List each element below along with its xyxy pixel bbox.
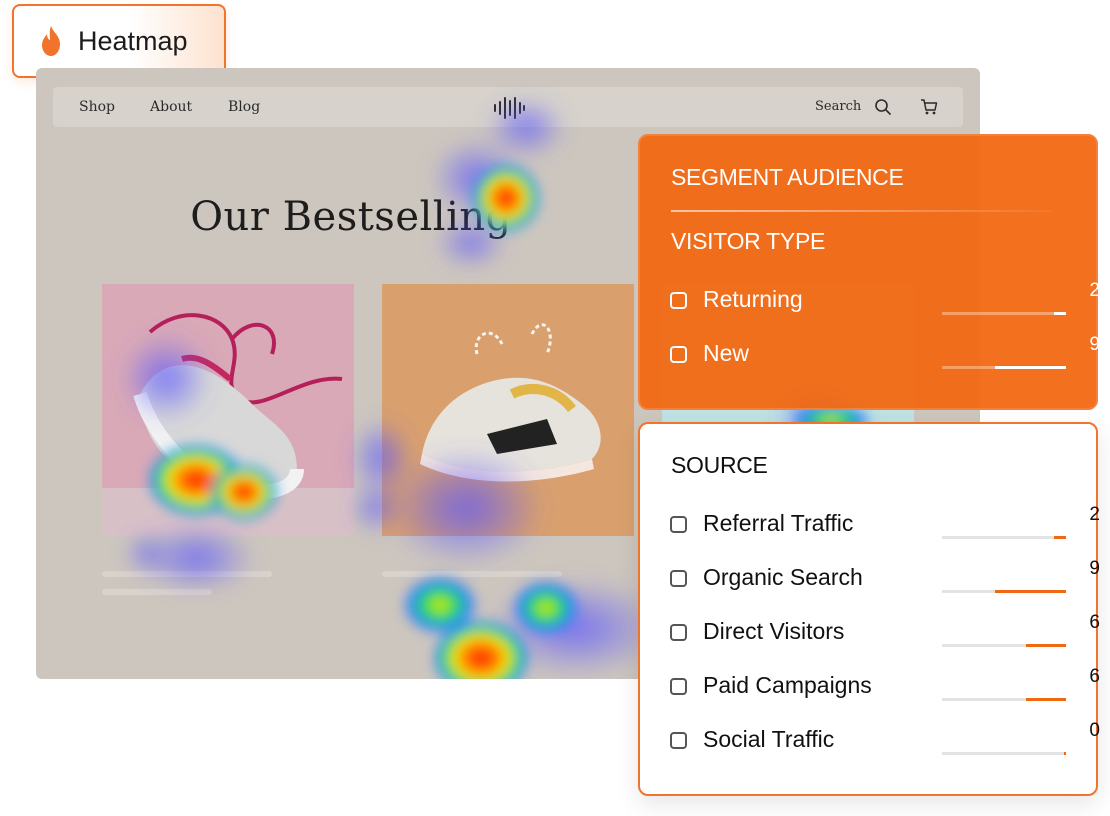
source-panel: SOURCE Referral Traffic 2 Organic Search… (638, 422, 1100, 796)
cart-icon[interactable] (920, 98, 938, 116)
soundwave-logo-icon (494, 97, 525, 119)
row-label: Returning (703, 286, 803, 312)
nav-link-shop[interactable]: Shop (79, 99, 115, 115)
share-bar-fill (1063, 752, 1066, 755)
flame-icon (42, 26, 60, 56)
page-title: Our Bestselling (190, 194, 512, 240)
row-count: 6 (1089, 612, 1100, 633)
share-bar (942, 590, 1066, 593)
share-bar-fill (995, 590, 1066, 593)
row-count: 6 (1089, 666, 1100, 687)
row-label: New (703, 340, 750, 366)
visitor-type-returning[interactable]: Returning 2 (670, 280, 1100, 316)
checkbox[interactable] (670, 292, 687, 309)
share-bar-fill (1053, 312, 1066, 315)
checkbox[interactable] (670, 624, 687, 641)
source-referral-traffic[interactable]: Referral Traffic 2 (670, 504, 1100, 540)
nav-link-blog[interactable]: Blog (228, 99, 260, 115)
checkbox[interactable] (670, 346, 687, 363)
row-label: Direct Visitors (703, 618, 845, 644)
row-count: 9 (1089, 558, 1100, 579)
product-card[interactable] (382, 284, 634, 536)
share-bar-fill (1026, 644, 1066, 647)
source-social-traffic[interactable]: Social Traffic 0 (670, 720, 1100, 756)
segment-audience-panel: SEGMENT AUDIENCE VISITOR TYPE Returning … (638, 134, 1100, 410)
row-count: 9 (1089, 334, 1100, 355)
visitor-type-new[interactable]: New 9 (670, 334, 1100, 370)
row-label: Paid Campaigns (703, 672, 872, 698)
row-label: Referral Traffic (703, 510, 854, 536)
share-bar-fill (1053, 536, 1066, 539)
share-bar (942, 752, 1066, 755)
checkbox[interactable] (670, 732, 687, 749)
row-label: Organic Search (703, 564, 863, 590)
source-heading: SOURCE (671, 452, 768, 478)
row-count: 0 (1089, 720, 1100, 741)
share-bar (942, 312, 1066, 315)
nav-search-label[interactable]: Search (815, 99, 861, 114)
nav-link-about[interactable]: About (150, 99, 192, 115)
text-placeholder (382, 571, 562, 577)
row-count: 2 (1089, 504, 1100, 525)
visitor-type-heading: VISITOR TYPE (671, 228, 826, 254)
segment-audience-title: SEGMENT AUDIENCE (671, 164, 904, 190)
checkbox[interactable] (670, 570, 687, 587)
share-bar-fill (995, 366, 1066, 369)
share-bar (942, 366, 1066, 369)
share-bar (942, 644, 1066, 647)
sneaker-image (133, 313, 343, 500)
text-placeholder (102, 571, 272, 577)
source-organic-search[interactable]: Organic Search 9 (670, 558, 1100, 594)
share-bar (942, 536, 1066, 539)
checkbox[interactable] (670, 516, 687, 533)
heatmap-badge[interactable]: Heatmap (12, 4, 226, 78)
checkbox[interactable] (670, 678, 687, 695)
heatmap-label: Heatmap (78, 25, 188, 56)
share-bar (942, 698, 1066, 701)
row-count: 2 (1089, 280, 1100, 301)
share-bar-fill (1026, 698, 1066, 701)
divider (671, 210, 1051, 212)
site-navbar: Shop About Blog Search (53, 87, 963, 127)
product-card[interactable] (102, 284, 354, 536)
search-icon[interactable] (874, 98, 892, 116)
sneaker-image (420, 323, 601, 482)
source-direct-visitors[interactable]: Direct Visitors 6 (670, 612, 1100, 648)
source-paid-campaigns[interactable]: Paid Campaigns 6 (670, 666, 1100, 702)
text-placeholder (102, 589, 212, 595)
row-label: Social Traffic (703, 726, 835, 752)
